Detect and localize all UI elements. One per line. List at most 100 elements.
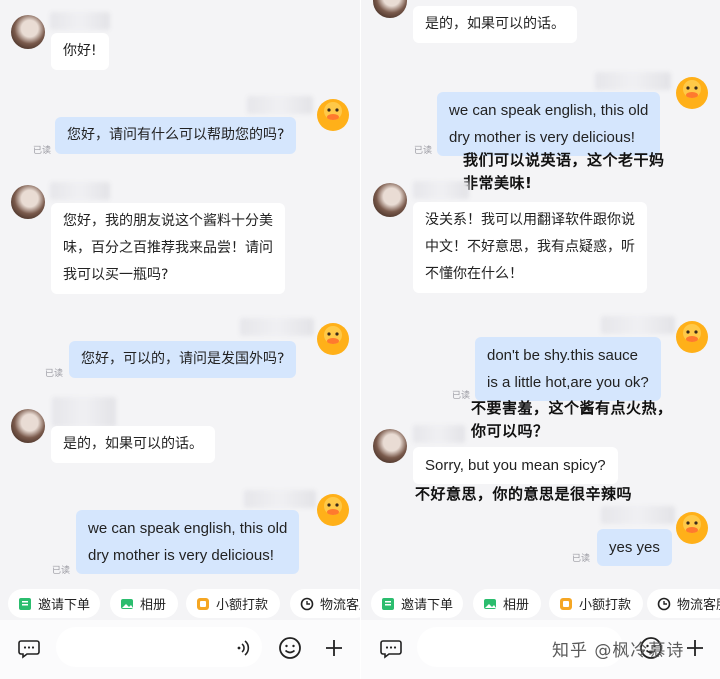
message-bubble-outgoing[interactable]: 您好，请问有什么可以帮助您的吗?: [55, 117, 297, 154]
message-bubble-outgoing[interactable]: we can speak english, this old dry mothe…: [76, 510, 300, 574]
zhihu-watermark: 知乎 @枫冷慕诗: [552, 641, 685, 661]
chat-panel-left: 你好! 已读 您好，请问有什么可以帮助您的吗? 您好，我的朋友说这个酱料十分美 …: [0, 0, 360, 679]
message-line: we can speak english, this old: [449, 102, 649, 119]
caption-line: 你可以吗？: [471, 422, 549, 440]
small-payment-button[interactable]: 小额打款: [549, 589, 643, 618]
logistics-service-button[interactable]: 物流客服: [647, 589, 720, 618]
translation-caption: 我们可以说英语，这个老干妈 非常美味!: [463, 149, 665, 195]
payment-icon: [559, 597, 573, 611]
message-bubble-outgoing[interactable]: don't be shy.this sauce is a little hot,…: [475, 337, 661, 401]
chip-label: 邀请下单: [38, 598, 91, 613]
order-icon: [381, 597, 395, 611]
chat-panel-right: 是的，如果可以的话。 已读 we can speak english, this…: [361, 0, 720, 679]
read-status: 已读: [45, 369, 64, 379]
message-line: dry mother is very delicious!: [88, 547, 274, 564]
message-bubble-incoming[interactable]: 你好!: [51, 33, 109, 70]
seller-name-blurred: [601, 506, 675, 524]
message-bubble-incoming[interactable]: Sorry, but you mean spicy?: [413, 447, 618, 484]
customer-avatar[interactable]: [373, 429, 407, 463]
chip-label: 小额打款: [579, 598, 632, 613]
caption-line: 不要害羞，这个酱有点火热，: [471, 399, 673, 417]
voice-icon[interactable]: [228, 630, 264, 666]
customer-avatar[interactable]: [11, 409, 45, 443]
small-payment-button[interactable]: 小额打款: [186, 589, 280, 618]
read-status: 已读: [414, 146, 433, 156]
seller-name-blurred: [247, 96, 313, 114]
chip-label: 物流客服: [320, 598, 360, 613]
logistics-icon: [300, 597, 314, 611]
customer-name-blurred: [50, 182, 110, 200]
emoji-icon[interactable]: [272, 630, 308, 666]
payment-icon: [196, 597, 210, 611]
message-text: Sorry, but you mean spicy?: [425, 457, 606, 474]
logistics-service-button[interactable]: 物流客服: [290, 589, 360, 618]
caption-line: 非常美味!: [463, 174, 533, 192]
seller-name-blurred: [240, 318, 314, 336]
message-line: 不懂你在什么！: [425, 266, 523, 282]
chat-bubble-icon[interactable]: [11, 630, 47, 666]
message-line: don't be shy.this sauce: [487, 347, 639, 364]
quick-action-toolbar: 邀请下单 相册 小额打款 物流客服: [361, 585, 720, 621]
message-bubble-outgoing[interactable]: we can speak english, this old dry mothe…: [437, 92, 661, 156]
translation-caption: 不好意思，你的意思是很辛辣吗: [415, 485, 633, 503]
read-status: 已读: [452, 391, 471, 401]
caption-line: 我们可以说英语，这个老干妈: [463, 151, 665, 169]
message-line: we can speak english, this old: [88, 520, 288, 537]
message-text: 您好，可以的，请问是发国外吗?: [81, 351, 285, 367]
message-bubble-incoming[interactable]: 是的，如果可以的话。: [51, 426, 215, 463]
message-line: dry mother is very delicious!: [449, 129, 635, 146]
logistics-icon: [657, 597, 671, 611]
message-text: 是的，如果可以的话。: [425, 16, 565, 32]
chat-bubble-icon[interactable]: [373, 630, 409, 666]
album-button[interactable]: 相册: [473, 589, 541, 618]
album-button[interactable]: 相册: [110, 589, 178, 618]
album-icon: [483, 597, 497, 611]
invite-order-button[interactable]: 邀请下单: [371, 589, 463, 618]
message-line: is a little hot,are you ok?: [487, 374, 649, 391]
translation-caption: 不要害羞，这个酱有点火热， 你可以吗？: [471, 397, 673, 443]
customer-avatar[interactable]: [11, 185, 45, 219]
customer-name-blurred: [50, 12, 110, 30]
read-status: 已读: [33, 146, 52, 156]
message-input-bar: [0, 620, 360, 679]
customer-avatar[interactable]: [373, 0, 407, 18]
chip-label: 相册: [503, 598, 530, 613]
message-line: 中文！不好意思，我有点疑惑，听: [425, 239, 635, 255]
customer-name-blurred: [413, 425, 465, 443]
customer-avatar[interactable]: [11, 15, 45, 49]
order-icon: [18, 597, 32, 611]
seller-duck-avatar[interactable]: [316, 98, 350, 132]
message-line: 我可以买一瓶吗?: [63, 267, 169, 283]
quick-action-toolbar: 邀请下单 相册 小额打款 物流客服: [0, 585, 360, 621]
message-text: 是的，如果可以的话。: [63, 436, 203, 452]
invite-order-button[interactable]: 邀请下单: [8, 589, 100, 618]
message-bubble-incoming[interactable]: 没关系！我可以用翻译软件跟你说 中文！不好意思，我有点疑惑，听 不懂你在什么！: [413, 202, 647, 293]
customer-name-blurred: [52, 397, 116, 427]
chip-label: 相册: [140, 598, 167, 613]
message-bubble-outgoing[interactable]: 您好，可以的，请问是发国外吗?: [69, 341, 297, 378]
plus-icon[interactable]: [316, 630, 352, 666]
seller-name-blurred: [595, 72, 671, 90]
message-bubble-incoming[interactable]: 您好，我的朋友说这个酱料十分美 味，百分之百推荐我来品尝！请问 我可以买一瓶吗?: [51, 203, 285, 294]
chip-label: 邀请下单: [401, 598, 454, 613]
seller-duck-avatar[interactable]: [675, 320, 709, 354]
message-line: 没关系！我可以用翻译软件跟你说: [425, 212, 635, 228]
chip-label: 小额打款: [216, 598, 269, 613]
seller-name-blurred: [601, 316, 675, 334]
seller-duck-avatar[interactable]: [316, 493, 350, 527]
read-status: 已读: [52, 566, 71, 576]
customer-name-blurred: [413, 181, 469, 199]
seller-duck-avatar[interactable]: [316, 322, 350, 356]
message-text: 您好，请问有什么可以帮助您的吗?: [67, 127, 285, 143]
message-bubble-incoming[interactable]: 是的，如果可以的话。: [413, 6, 577, 43]
message-line: 您好，我的朋友说这个酱料十分美: [63, 213, 273, 229]
message-bubble-outgoing[interactable]: yes yes: [597, 529, 672, 566]
read-status: 已读: [572, 554, 591, 564]
seller-duck-avatar[interactable]: [675, 76, 709, 110]
seller-duck-avatar[interactable]: [675, 511, 709, 545]
seller-name-blurred: [244, 490, 316, 508]
album-icon: [120, 597, 134, 611]
customer-avatar[interactable]: [373, 183, 407, 217]
message-line: 味，百分之百推荐我来品尝！请问: [63, 240, 273, 256]
message-text: 你好!: [63, 43, 97, 59]
